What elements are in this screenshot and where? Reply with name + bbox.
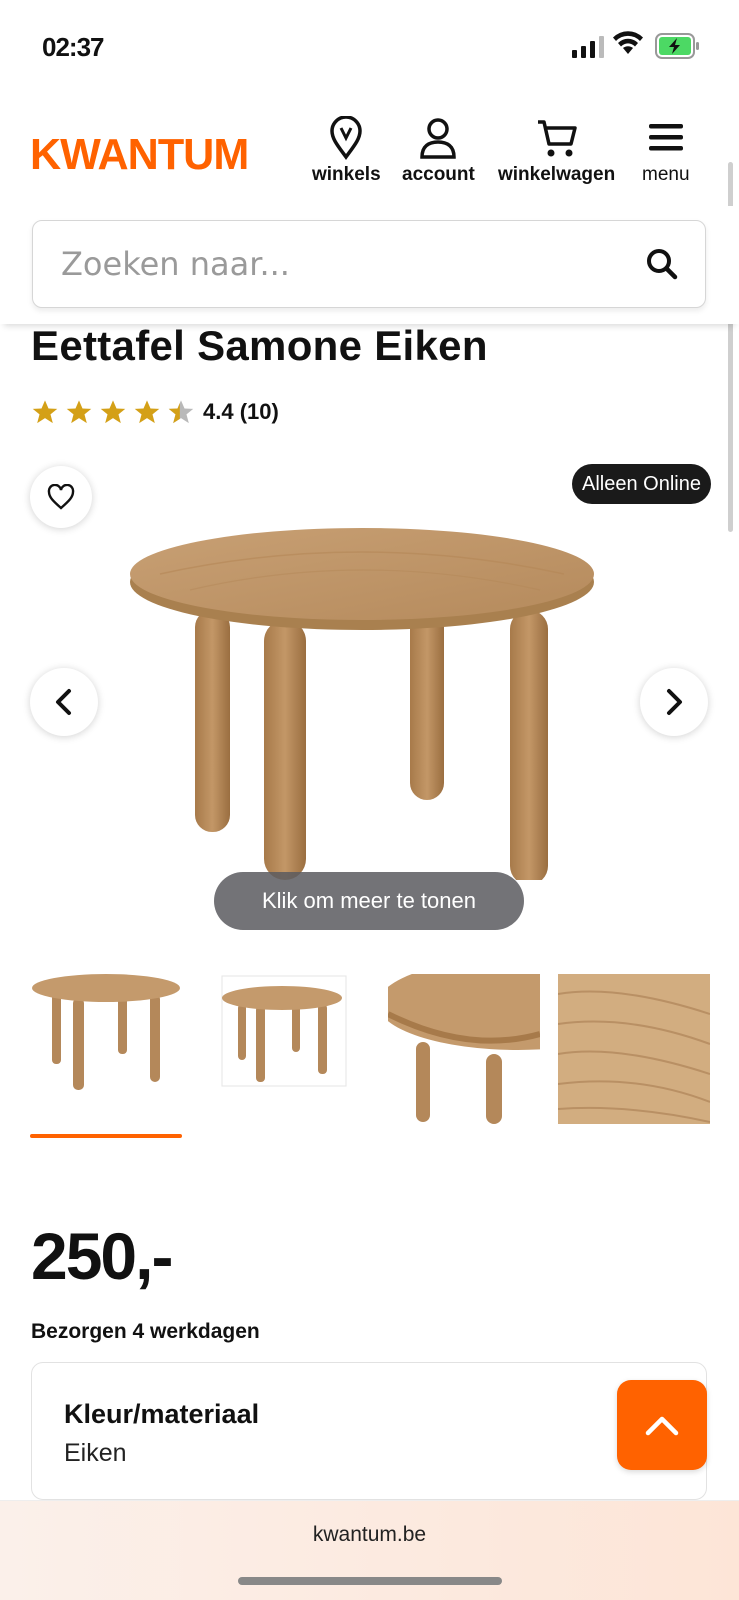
hamburger-menu-icon (648, 124, 683, 151)
nav-label-winkels: winkels (312, 164, 381, 185)
star-full-icon (134, 400, 160, 424)
browser-url[interactable]: kwantum.be (0, 1523, 739, 1547)
search-box (32, 220, 706, 308)
show-more-button[interactable]: Klik om meer te tonen (214, 872, 524, 930)
star-full-icon (100, 400, 126, 424)
favorite-button[interactable] (30, 466, 92, 528)
rating-score: 4.4 (10) (203, 399, 279, 424)
nav-label-account: account (402, 164, 475, 185)
search-icon[interactable] (645, 247, 679, 281)
thumbnail-4[interactable] (558, 974, 710, 1124)
option-value: Eiken (64, 1439, 127, 1467)
kwantum-logo[interactable]: KWANTUM (30, 130, 249, 180)
user-icon (420, 118, 457, 159)
product-gallery[interactable]: Alleen Online Klik om meer te tonen (0, 450, 739, 940)
nav-label-menu: menu (642, 164, 690, 185)
nav-winkelwagen[interactable]: winkelwagen (498, 116, 615, 186)
status-time: 02:37 (42, 32, 104, 62)
browser-address-bar: kwantum.be (0, 1500, 739, 1600)
location-pin-icon (330, 116, 363, 160)
search-input[interactable] (61, 241, 621, 287)
cellular-signal-icon (572, 36, 604, 58)
cart-icon (537, 120, 577, 157)
thumbnail-2[interactable] (220, 974, 372, 1124)
battery-charging-icon (655, 33, 699, 59)
gallery-next-button[interactable] (640, 668, 708, 736)
wifi-icon (613, 31, 643, 54)
site-header: KWANTUM winkels account winkelwagen menu (0, 100, 739, 200)
thumbnail-1[interactable] (30, 974, 182, 1124)
chevron-up-icon (645, 1416, 679, 1436)
product-rating[interactable]: 4.4 (10) (31, 398, 279, 426)
product-main-image[interactable] (120, 490, 620, 880)
delivery-info: Bezorgen 4 werkdagen (31, 1320, 260, 1343)
star-full-icon (32, 400, 58, 424)
online-only-badge: Alleen Online (572, 464, 711, 504)
product-title: Eettafel Samone Eiken (31, 322, 488, 369)
gallery-prev-button[interactable] (30, 668, 98, 736)
thumbnail-selected-indicator (30, 1134, 182, 1138)
chevron-right-icon (667, 689, 682, 715)
thumbnail-strip (30, 974, 710, 1140)
chevron-left-icon (56, 689, 71, 715)
star-partial-icon (168, 400, 194, 424)
thumbnail-3[interactable] (388, 974, 540, 1124)
option-label: Kleur/materiaal (64, 1399, 260, 1429)
search-bar (0, 206, 739, 324)
product-price: 250,- (31, 1219, 173, 1293)
rating-stars (31, 398, 195, 426)
nav-account[interactable]: account (402, 116, 475, 186)
heart-icon (47, 484, 75, 510)
star-full-icon (66, 400, 92, 424)
nav-winkels[interactable]: winkels (312, 116, 381, 186)
nav-label-winkelwagen: winkelwagen (498, 164, 616, 185)
status-bar: 02:37 (0, 0, 739, 96)
color-material-option[interactable]: Kleur/materiaal Eiken (31, 1362, 707, 1500)
scroll-to-top-button[interactable] (617, 1380, 707, 1470)
nav-menu[interactable]: menu (642, 116, 690, 186)
home-indicator[interactable] (238, 1577, 502, 1585)
